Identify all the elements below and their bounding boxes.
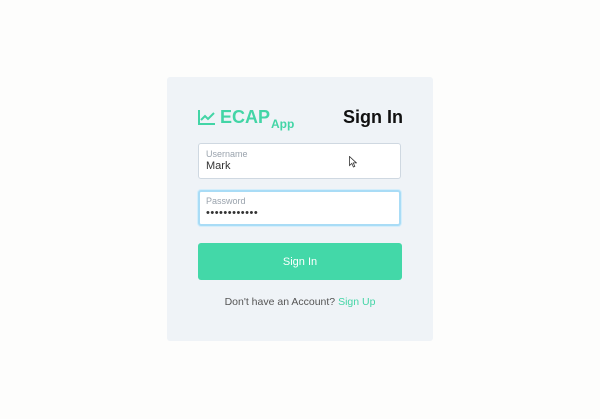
brand-suffix: App: [271, 117, 295, 131]
login-card: ECAP App Sign In Username Password Sign …: [167, 77, 433, 341]
username-label: Username: [206, 149, 248, 159]
password-label: Password: [206, 196, 246, 206]
sign-up-link[interactable]: Sign Up: [338, 296, 375, 308]
password-field[interactable]: Password: [198, 190, 401, 226]
mouse-cursor-icon: [349, 156, 357, 168]
page-title: Sign In: [343, 107, 403, 127]
sign-in-button[interactable]: Sign In: [198, 243, 402, 280]
username-field[interactable]: Username: [198, 143, 401, 179]
username-input[interactable]: [206, 160, 391, 172]
signup-prompt-text: Don't have an Account?: [224, 296, 336, 308]
trend-chart-icon: [198, 110, 215, 125]
brand-logo: ECAP App: [198, 107, 294, 130]
password-input[interactable]: [206, 207, 391, 219]
signup-prompt: Don't have an Account? Sign Up: [167, 296, 433, 308]
brand-name: ECAP: [220, 107, 271, 127]
